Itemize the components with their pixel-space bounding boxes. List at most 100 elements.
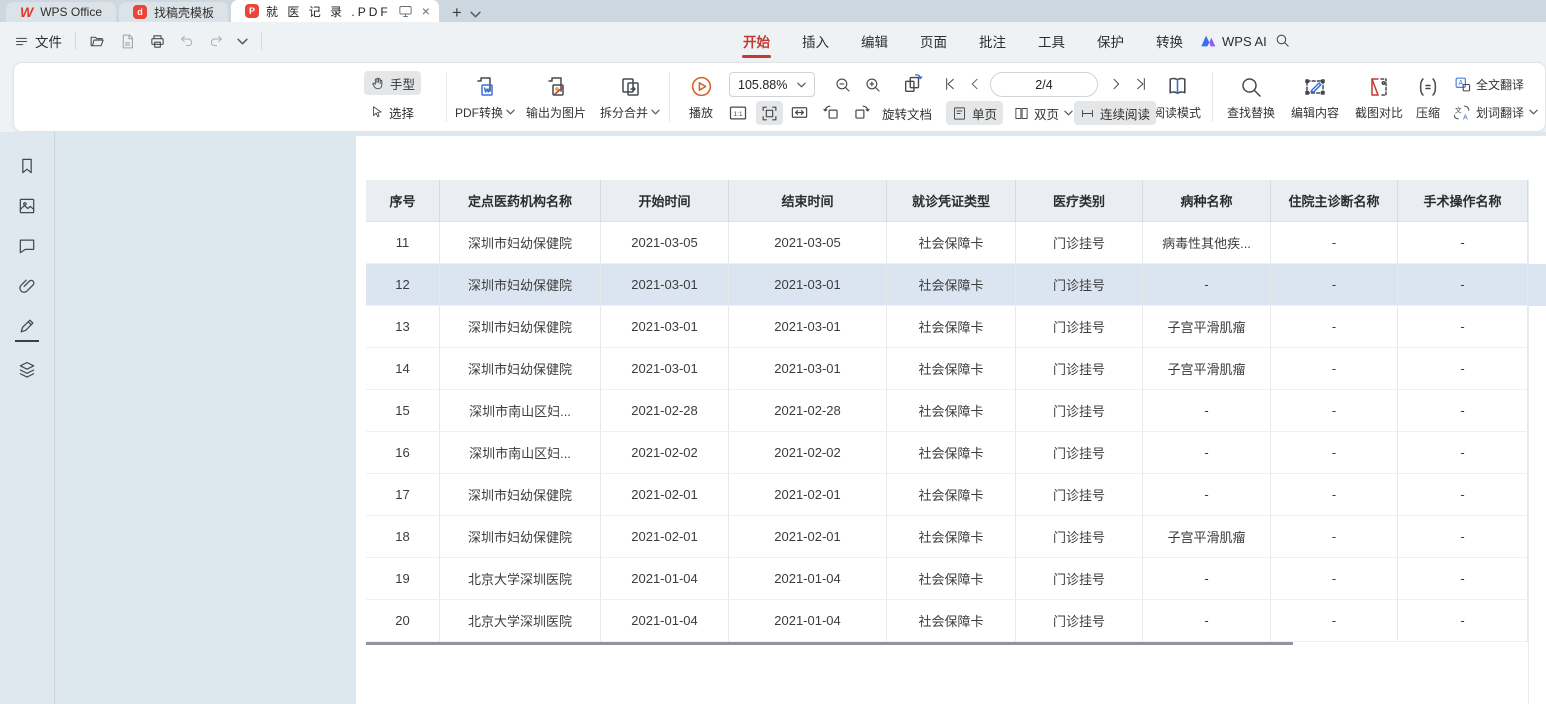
page-number-input[interactable]: 2/4 (990, 72, 1098, 97)
translate-group: A 全文翻译 文A 划词翻译 (1454, 73, 1538, 123)
find-replace-button[interactable]: 查找替换 (1220, 67, 1282, 128)
cell-diagnosis: - (1271, 474, 1398, 515)
single-page-button[interactable]: 单页 (946, 101, 1003, 125)
cell-diagnosis: - (1271, 558, 1398, 599)
cell-operation: - (1398, 390, 1528, 431)
rotate-left-icon[interactable] (822, 103, 841, 122)
zoom-level-select[interactable]: 105.88% (729, 72, 815, 97)
continuous-icon (1080, 106, 1095, 121)
split-merge-button[interactable]: 拆分合并 (594, 67, 666, 128)
rotate-right-icon[interactable] (852, 103, 871, 122)
cell-disease: 子宫平滑肌瘤 (1143, 306, 1271, 347)
comments-icon[interactable] (15, 234, 39, 258)
undo-icon[interactable] (179, 33, 195, 49)
tab-list-chevron-icon[interactable] (470, 11, 481, 18)
cell-start-date: 2021-03-01 (601, 264, 729, 305)
cell-diagnosis: - (1271, 348, 1398, 389)
first-page-icon[interactable] (942, 76, 958, 92)
save-icon[interactable] (119, 33, 136, 50)
actual-size-icon[interactable]: 1:1 (728, 103, 748, 123)
cell-start-date: 2021-02-28 (601, 390, 729, 431)
medical-records-table: 序号 定点医药机构名称 开始时间 结束时间 就诊凭证类型 医疗类别 病种名称 住… (366, 180, 1528, 642)
signature-icon[interactable] (15, 314, 39, 342)
fit-width-icon[interactable] (790, 103, 809, 122)
cell-seq: 11 (366, 222, 440, 263)
cell-category: 门诊挂号 (1016, 516, 1143, 557)
cell-credential: 社会保障卡 (887, 306, 1016, 347)
quick-access-chevron-icon[interactable] (237, 38, 248, 45)
next-page-icon[interactable] (1108, 76, 1124, 92)
table-bottom-border (366, 642, 1293, 645)
prev-page-icon[interactable] (967, 76, 983, 92)
tab-wps-office[interactable]: W WPS Office (6, 2, 116, 22)
cell-disease: 病毒性其他疾... (1143, 222, 1271, 263)
cell-credential: 社会保障卡 (887, 390, 1016, 431)
hand-icon (370, 76, 385, 91)
ribbon-search-icon[interactable] (1274, 32, 1291, 49)
tab-tools[interactable]: 工具 (1037, 22, 1066, 60)
zoom-out-icon[interactable] (834, 76, 852, 94)
layers-icon[interactable] (15, 358, 39, 382)
fit-page-icon (760, 104, 779, 123)
cell-start-date: 2021-01-04 (601, 600, 729, 641)
tab-edit[interactable]: 编辑 (860, 22, 889, 60)
export-image-button[interactable]: 输出为图片 (522, 67, 590, 128)
double-page-button[interactable]: 双页 (1008, 101, 1079, 125)
file-menu-button[interactable]: 文件 (14, 31, 62, 51)
cell-credential: 社会保障卡 (887, 474, 1016, 515)
ribbon-tabs: 开始 插入 编辑 页面 批注 工具 保护 转换 (742, 22, 1184, 60)
column-header: 就诊凭证类型 (887, 180, 1016, 221)
tab-insert[interactable]: 插入 (801, 22, 830, 60)
compress-button[interactable]: 压缩 (1406, 67, 1450, 128)
attachments-icon[interactable] (15, 274, 39, 298)
cell-operation: - (1398, 516, 1528, 557)
cell-diagnosis: - (1271, 264, 1398, 305)
screenshot-compare-button[interactable]: 截图对比 (1348, 67, 1410, 128)
tab-page[interactable]: 页面 (919, 22, 948, 60)
word-translate-button[interactable]: 文A 划词翻译 (1454, 101, 1538, 123)
tab-document[interactable]: P 就 医 记 录 .PDF × (231, 0, 439, 22)
tab-protect[interactable]: 保护 (1096, 22, 1125, 60)
edit-pencil-icon (1303, 75, 1327, 99)
open-folder-icon[interactable] (89, 33, 106, 50)
cell-seq: 17 (366, 474, 440, 515)
cell-diagnosis: - (1271, 600, 1398, 641)
tab-docer-templates[interactable]: d 找稿壳模板 (119, 2, 228, 22)
fit-page-button[interactable] (756, 101, 783, 125)
close-tab-icon[interactable]: × (422, 4, 430, 18)
edit-content-button[interactable]: 编辑内容 (1284, 67, 1346, 128)
tab-label: WPS Office (40, 5, 102, 19)
redo-icon[interactable] (208, 33, 224, 49)
rotate-pages-icon[interactable] (902, 73, 924, 95)
tab-comment[interactable]: 批注 (978, 22, 1007, 60)
cell-end-date: 2021-01-04 (729, 558, 887, 599)
zoom-in-icon[interactable] (864, 76, 882, 94)
tab-home[interactable]: 开始 (742, 22, 771, 60)
print-icon[interactable] (149, 33, 166, 50)
select-tool-button[interactable]: 选择 (364, 100, 420, 124)
cell-category: 门诊挂号 (1016, 222, 1143, 263)
document-title: 就 医 记 录 .PDF (266, 3, 391, 20)
pdf-page: 序号 定点医药机构名称 开始时间 结束时间 就诊凭证类型 医疗类别 病种名称 住… (356, 136, 1546, 704)
wps-ai-logo-icon (1200, 34, 1216, 48)
tab-convert[interactable]: 转换 (1155, 22, 1184, 60)
new-tab-button[interactable]: + (452, 4, 462, 21)
table-row: 11 深圳市妇幼保健院 2021-03-05 2021-03-05 社会保障卡 … (366, 222, 1528, 264)
cell-start-date: 2021-03-01 (601, 348, 729, 389)
wps-ai-button[interactable]: WPS AI (1200, 22, 1267, 60)
document-workspace: 序号 定点医药机构名称 开始时间 结束时间 就诊凭证类型 医疗类别 病种名称 住… (0, 132, 1546, 704)
cell-end-date: 2021-03-05 (729, 222, 887, 263)
play-button[interactable]: 播放 (678, 67, 724, 128)
pdf-convert-button[interactable]: PDF转换 (450, 67, 520, 128)
continuous-read-button[interactable]: 连续阅读 (1074, 101, 1156, 125)
cell-operation: - (1398, 432, 1528, 473)
bookmark-icon[interactable] (15, 154, 39, 178)
cell-start-date: 2021-03-05 (601, 222, 729, 263)
cell-disease: - (1143, 390, 1271, 431)
present-monitor-icon[interactable] (398, 4, 413, 19)
hand-tool-button[interactable]: 手型 (364, 71, 421, 95)
thumbnails-icon[interactable] (15, 194, 39, 218)
rotate-doc-label[interactable]: 旋转文档 (882, 104, 932, 123)
chevron-down-icon (651, 109, 660, 115)
full-translate-button[interactable]: A 全文翻译 (1454, 73, 1538, 95)
